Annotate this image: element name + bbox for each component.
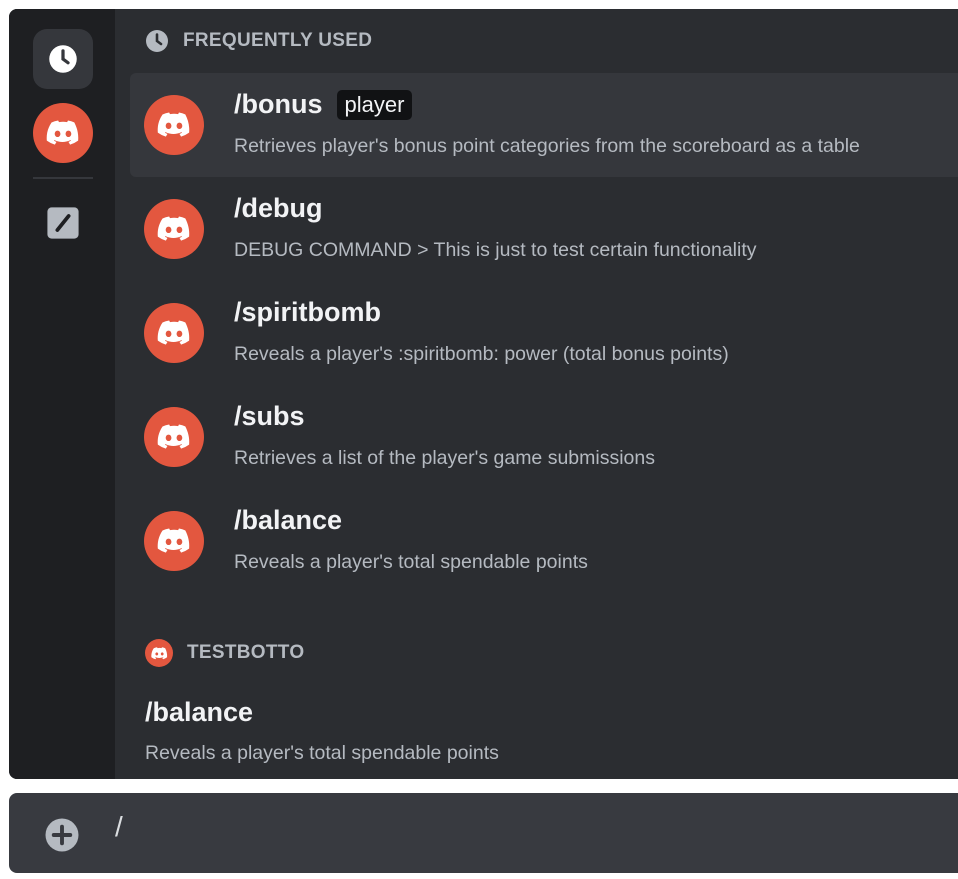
command-list: FREQUENTLY USED /bonus player Retrieves … — [115, 9, 958, 779]
command-item-bonus[interactable]: /bonus player Retrieves player's bonus p… — [130, 73, 958, 177]
command-description: Reveals a player's total spendable point… — [234, 551, 588, 573]
command-description: Retrieves player's bonus point categorie… — [234, 135, 860, 157]
command-description: Reveals a player's total spendable point… — [145, 742, 499, 764]
plus-circle-icon — [45, 818, 79, 852]
app-rail — [9, 9, 115, 779]
command-item-debug[interactable]: /debug DEBUG COMMAND > This is just to t… — [130, 177, 958, 281]
command-item-balance[interactable]: /balance Reveals a player's total spenda… — [130, 489, 958, 593]
command-item-spiritbomb[interactable]: /spiritbomb Reveals a player's :spiritbo… — [130, 281, 958, 385]
chat-input-bar — [9, 793, 958, 873]
slash-icon — [47, 207, 79, 239]
clock-icon — [49, 45, 77, 73]
discord-bot-icon — [157, 320, 190, 345]
bot-avatar — [144, 303, 204, 363]
command-name: /balance — [234, 505, 343, 535]
command-name-row: /spiritbomb — [234, 297, 381, 328]
bot-avatar — [144, 511, 204, 571]
command-item-subs[interactable]: /subs Retrieves a list of the player's g… — [130, 385, 958, 489]
command-name-row: /subs — [234, 401, 305, 432]
discord-bot-icon — [46, 120, 79, 145]
rail-item-testbotto[interactable] — [33, 103, 93, 163]
rail-divider — [33, 177, 93, 179]
bot-avatar — [144, 199, 204, 259]
command-name: /bonus — [234, 89, 323, 119]
section-header-frequently-used: FREQUENTLY USED — [145, 29, 372, 53]
discord-bot-icon — [157, 216, 190, 241]
command-name-row: /balance — [234, 505, 342, 536]
command-autocomplete-popup: FREQUENTLY USED /bonus player Retrieves … — [9, 9, 958, 779]
bot-avatar — [145, 639, 173, 667]
command-description: DEBUG COMMAND > This is just to test cer… — [234, 239, 757, 261]
clock-icon — [146, 30, 168, 52]
command-description: Retrieves a list of the player's game su… — [234, 447, 655, 469]
command-name-row: /bonus player — [234, 89, 413, 120]
command-description: Reveals a player's :spiritbomb: power (t… — [234, 343, 729, 365]
rail-item-built-in[interactable] — [45, 205, 81, 241]
command-name-row: /debug — [234, 193, 323, 224]
message-input[interactable] — [115, 811, 915, 843]
rail-item-frequently-used[interactable] — [33, 29, 93, 89]
discord-bot-icon — [157, 424, 190, 449]
section-title: FREQUENTLY USED — [183, 30, 373, 51]
discord-bot-icon — [157, 528, 190, 553]
section-title: TESTBOTTO — [187, 642, 305, 663]
discord-bot-icon — [157, 112, 190, 137]
discord-bot-icon — [150, 646, 167, 659]
command-item-testbotto-balance[interactable]: /balance Reveals a player's total spenda… — [145, 697, 499, 765]
add-attachment-button[interactable] — [44, 817, 80, 853]
command-name: /subs — [234, 401, 305, 431]
section-header-testbotto: TESTBOTTO — [145, 639, 304, 667]
command-name: /spiritbomb — [234, 297, 381, 327]
bot-avatar — [144, 407, 204, 467]
command-name: /debug — [234, 193, 323, 223]
command-name: /balance — [145, 697, 254, 727]
command-param-chip: player — [336, 89, 413, 120]
bot-avatar — [144, 95, 204, 155]
